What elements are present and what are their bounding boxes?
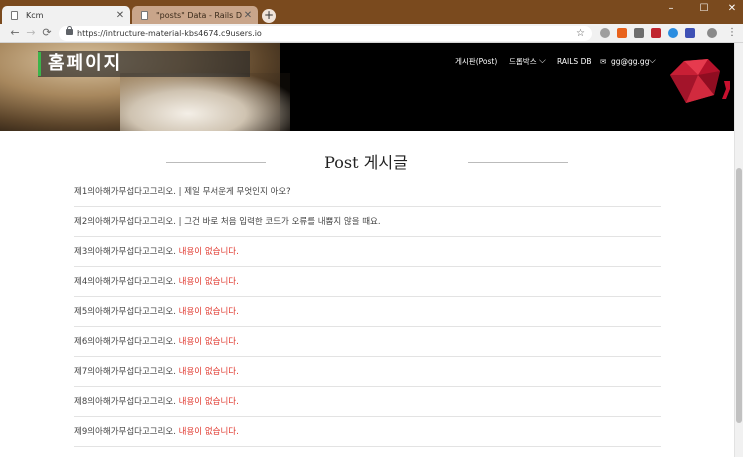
tab-title: "posts" Data - Rails DB <box>156 10 242 20</box>
post-row[interactable]: 제8의아해가무섭다고그리오. 내용이 없습니다. <box>74 387 661 417</box>
nav-rails-db-link[interactable]: RAILS DB <box>557 56 592 68</box>
new-tab-button[interactable]: + <box>262 9 276 23</box>
extension-icon[interactable] <box>668 28 678 38</box>
post-row[interactable]: 제7의아해가무섭다고그리오. 내용이 없습니다. <box>74 357 661 387</box>
extension-icon[interactable] <box>634 28 644 38</box>
ruby-logo-icon <box>670 59 730 103</box>
post-title[interactable]: 제1의아해가무섭다고그리오. <box>74 187 176 197</box>
post-empty-body: 내용이 없습니다. <box>178 247 239 257</box>
brand-accent-bar <box>38 52 41 76</box>
browser-toolbar: ← → ⟳ https://intructure-material-kbs467… <box>0 24 743 43</box>
extension-icon[interactable] <box>685 28 695 38</box>
post-empty-body: 내용이 없습니다. <box>178 397 239 407</box>
forward-button[interactable]: → <box>24 26 38 40</box>
browser-titlebar: Kcm ✕ "posts" Data - Rails DB ✕ + – ☐ ✕ <box>0 0 743 24</box>
post-title[interactable]: 제8의아해가무섭다고그리오. <box>74 397 176 407</box>
minimize-button[interactable]: – <box>656 2 686 16</box>
profile-icon[interactable] <box>707 28 717 38</box>
back-button[interactable]: ← <box>8 26 22 40</box>
extension-icon[interactable] <box>651 28 661 38</box>
post-empty-body: 내용이 없습니다. <box>178 337 239 347</box>
post-title[interactable]: 제6의아해가무섭다고그리오. <box>74 337 176 347</box>
scrollbar-thumb[interactable] <box>736 168 742 423</box>
bookmark-star-icon[interactable]: ☆ <box>576 26 585 41</box>
post-row[interactable]: 제6의아해가무섭다고그리오. 내용이 없습니다. <box>74 327 661 357</box>
page-title: Post 게시글 <box>324 153 408 172</box>
post-list: 제1의아해가무섭다고그리오. | 제일 무서운게 무엇인지 아오? 제2의아해가… <box>74 177 661 447</box>
post-title[interactable]: 제3의아해가무섭다고그리오. <box>74 247 176 257</box>
tab-close-icon[interactable]: ✕ <box>114 10 126 21</box>
hero-background-image <box>120 73 290 131</box>
post-empty-body: 내용이 없습니다. <box>178 427 239 437</box>
reload-button[interactable]: ⟳ <box>40 26 54 40</box>
page-scrollbar[interactable] <box>734 43 743 457</box>
address-bar[interactable]: https://intructure-material-kbs4674.c9us… <box>59 26 592 41</box>
tab-kcm[interactable]: Kcm ✕ <box>2 6 130 24</box>
tab-title: Kcm <box>26 10 44 20</box>
post-title[interactable]: 제9의아해가무섭다고그리오. <box>74 427 176 437</box>
lock-icon <box>66 26 73 35</box>
tab-rails-db[interactable]: "posts" Data - Rails DB ✕ <box>132 6 258 24</box>
post-row[interactable]: 제2의아해가무섭다고그리오. | 그건 바로 처음 입력한 코드가 오류를 내뿜… <box>74 207 661 237</box>
post-title[interactable]: 제7의아해가무섭다고그리오. <box>74 367 176 377</box>
post-row[interactable]: 제3의아해가무섭다고그리오. 내용이 없습니다. <box>74 237 661 267</box>
maximize-button[interactable]: ☐ <box>689 2 719 16</box>
site-brand[interactable]: 홈페이지 <box>48 52 122 76</box>
post-empty-body: 내용이 없습니다. <box>178 277 239 287</box>
heading-divider <box>468 162 568 163</box>
nav-user-link[interactable]: gg@gg.gg <box>611 56 649 68</box>
url-text: https://intructure-material-kbs4674.c9us… <box>77 29 262 38</box>
extension-icon[interactable] <box>600 28 610 38</box>
nav-dropdown-link[interactable]: 드롭박스 <box>509 56 537 68</box>
heading-divider <box>166 162 266 163</box>
page-viewport: 홈페이지 게시판(Post) 드롭박스 ⌵ RAILS DB ✉ gg@gg.g… <box>0 43 734 457</box>
post-title[interactable]: 제4의아해가무섭다고그리오. <box>74 277 176 287</box>
chevron-down-icon[interactable]: ⌵ <box>539 55 546 67</box>
page-icon <box>11 10 18 20</box>
post-title[interactable]: 제5의아해가무섭다고그리오. <box>74 307 176 317</box>
post-row[interactable]: 제1의아해가무섭다고그리오. | 제일 무서운게 무엇인지 아오? <box>74 177 661 207</box>
extension-icon[interactable] <box>617 28 627 38</box>
post-title[interactable]: 제2의아해가무섭다고그리오. <box>74 217 176 227</box>
close-window-button[interactable]: ✕ <box>717 2 743 16</box>
post-row[interactable]: 제9의아해가무섭다고그리오. 내용이 없습니다. <box>74 417 661 447</box>
post-body: | 그건 바로 처음 입력한 코드가 오류를 내뿜지 않을 때요. <box>178 217 381 227</box>
post-row[interactable]: 제5의아해가무섭다고그리오. 내용이 없습니다. <box>74 297 661 327</box>
page-icon <box>141 10 148 20</box>
post-body: | 제일 무서운게 무엇인지 아오? <box>178 187 291 197</box>
menu-dots-icon[interactable]: ⋮ <box>727 28 737 38</box>
chevron-down-icon[interactable]: ⌵ <box>649 55 656 67</box>
post-row[interactable]: 제4의아해가무섭다고그리오. 내용이 없습니다. <box>74 267 661 297</box>
post-empty-body: 내용이 없습니다. <box>178 367 239 377</box>
post-empty-body: 내용이 없습니다. <box>178 307 239 317</box>
nav-board-link[interactable]: 게시판(Post) <box>455 56 497 68</box>
hero-banner: 홈페이지 게시판(Post) 드롭박스 ⌵ RAILS DB ✉ gg@gg.g… <box>0 43 734 131</box>
mail-icon: ✉ <box>600 57 607 66</box>
tab-close-icon[interactable]: ✕ <box>242 10 254 21</box>
